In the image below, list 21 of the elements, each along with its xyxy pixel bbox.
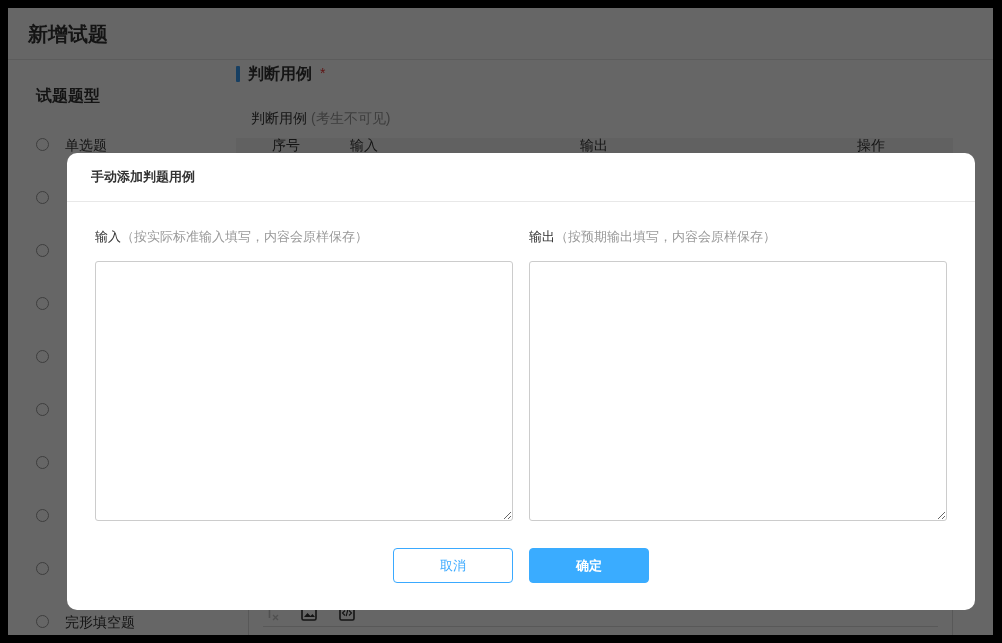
page-title: 新增试题 <box>28 21 108 47</box>
question-type-option[interactable]: 单选题 <box>36 118 107 171</box>
section-title: 判断用例 <box>248 64 312 84</box>
text-area-field[interactable] <box>95 261 513 521</box>
text-area-field[interactable] <box>529 261 947 521</box>
sidebar-title: 试题题型 <box>36 86 100 106</box>
field-hint: （按实际标准输入填写，内容会原样保存） <box>121 228 368 247</box>
question-type-option[interactable]: 完形填空题 <box>36 595 135 635</box>
confirm-button[interactable]: 确定 <box>529 548 649 583</box>
subtitle-label: 判断用例 <box>251 108 307 128</box>
vertical-bar-icon <box>236 66 240 82</box>
field-label: 输入 <box>95 228 121 247</box>
required-mark: * <box>320 64 326 83</box>
column-header: 输入 <box>350 138 378 152</box>
dialog-title: 手动添加判题用例 <box>91 168 195 187</box>
column-header: 序号 <box>272 138 300 152</box>
column-header: 输出 <box>580 138 608 152</box>
field-hint: （按预期输出填写，内容会原样保存） <box>555 228 776 247</box>
field-label: 输出 <box>529 228 555 247</box>
column-header: 操作 <box>857 138 885 152</box>
cancel-button[interactable]: 取消 <box>393 548 513 583</box>
